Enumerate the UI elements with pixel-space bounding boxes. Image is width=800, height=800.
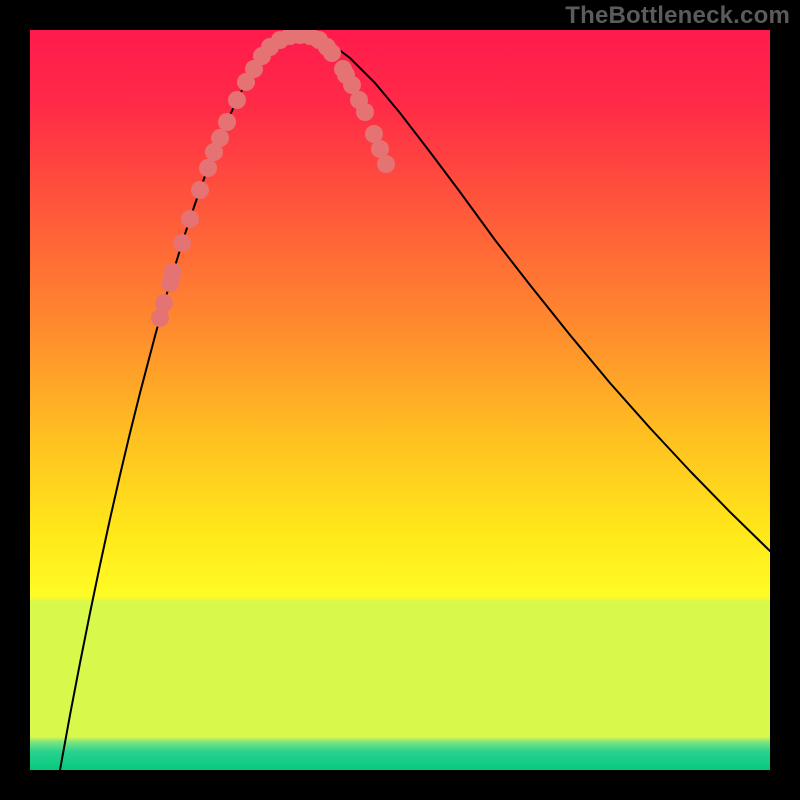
data-point [377, 155, 395, 173]
app-frame: TheBottleneck.com [0, 0, 800, 800]
data-point [218, 113, 236, 131]
data-point [155, 294, 173, 312]
data-point [323, 44, 341, 62]
data-point [181, 210, 199, 228]
chart-background [30, 30, 770, 770]
watermark-text: TheBottleneck.com [565, 2, 790, 30]
data-point [173, 234, 191, 252]
data-point [356, 103, 374, 121]
data-point [164, 263, 182, 281]
data-point [211, 129, 229, 147]
chart-svg [30, 30, 770, 770]
data-point [199, 159, 217, 177]
chart-area [30, 30, 770, 770]
data-point [228, 91, 246, 109]
data-point [191, 181, 209, 199]
